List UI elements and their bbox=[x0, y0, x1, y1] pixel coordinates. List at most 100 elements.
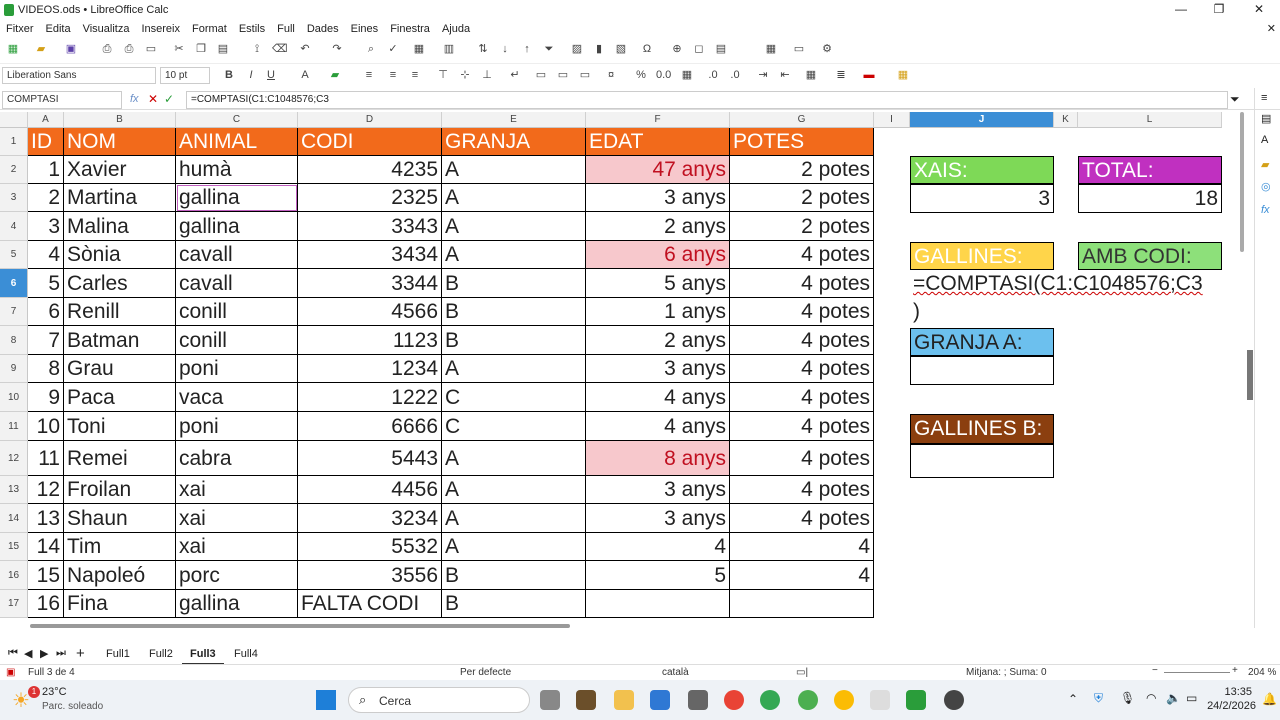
cut-icon[interactable]: ✂ bbox=[172, 42, 186, 56]
amb-codi-label[interactable]: AMB CODI: bbox=[1078, 242, 1222, 270]
maximize-icon[interactable]: ❐ bbox=[1204, 2, 1234, 18]
last-sheet-icon[interactable]: ⏭ bbox=[56, 647, 66, 660]
sidebar-toggle-icon[interactable]: ⚙ bbox=[820, 42, 834, 56]
export-icon[interactable]: ⎙ bbox=[100, 42, 114, 56]
cell-id[interactable]: 8 bbox=[28, 355, 64, 383]
cell-id[interactable]: 15 bbox=[28, 561, 64, 590]
align-center-icon[interactable]: ≡ bbox=[386, 68, 400, 82]
store-icon[interactable] bbox=[650, 690, 670, 710]
row-header[interactable]: 12 bbox=[0, 441, 28, 476]
autofilter-icon[interactable]: ⏷ bbox=[542, 42, 556, 56]
cell-nom[interactable]: Froilan bbox=[64, 476, 176, 504]
cell-animal[interactable]: poni bbox=[176, 355, 298, 383]
cell-nom[interactable]: Malina bbox=[64, 212, 176, 241]
cell-granja[interactable]: A bbox=[442, 441, 586, 476]
font-size-box[interactable]: 10 pt bbox=[160, 67, 210, 84]
row-header[interactable]: 8 bbox=[0, 326, 28, 355]
row-header[interactable]: 6 bbox=[0, 269, 28, 298]
find-icon[interactable]: ⌕ bbox=[364, 42, 378, 56]
sort-icon[interactable]: ⇅ bbox=[476, 42, 490, 56]
cell-codi[interactable]: 1222 bbox=[298, 383, 442, 412]
header-edat[interactable]: EDAT bbox=[586, 128, 730, 156]
cell-nom[interactable]: Sònia bbox=[64, 241, 176, 269]
properties-icon[interactable]: ▤ bbox=[1261, 112, 1271, 125]
cell-edat[interactable]: 3 anys bbox=[586, 355, 730, 383]
print-preview-icon[interactable]: ▭ bbox=[144, 42, 158, 56]
add-decimal-icon[interactable]: .0 bbox=[706, 68, 720, 82]
cell-edat[interactable]: 1 anys bbox=[586, 298, 730, 326]
cell-nom[interactable]: Batman bbox=[64, 326, 176, 355]
indent-icon[interactable]: ⇥ bbox=[756, 68, 770, 82]
total-value[interactable]: 18 bbox=[1078, 184, 1222, 213]
selection-mode-icon[interactable]: ▭| bbox=[796, 667, 808, 678]
column-header-k[interactable]: K bbox=[1054, 112, 1078, 128]
sidebar-menu-icon[interactable]: ≡ bbox=[1261, 92, 1267, 104]
border-style-icon[interactable]: ≣ bbox=[834, 68, 848, 82]
total-label[interactable]: TOTAL: bbox=[1078, 156, 1222, 184]
row-header[interactable]: 14 bbox=[0, 504, 28, 533]
column-header-l[interactable]: L bbox=[1078, 112, 1222, 128]
horizontal-scrollbar[interactable] bbox=[30, 624, 570, 628]
cell-codi[interactable]: 6666 bbox=[298, 412, 442, 441]
granja-a-label[interactable]: GRANJA A: bbox=[910, 328, 1054, 356]
styles-icon[interactable]: A bbox=[1261, 134, 1268, 146]
column-header-j[interactable]: J bbox=[910, 112, 1054, 128]
column-header-g[interactable]: G bbox=[730, 112, 874, 128]
merge-center-icon[interactable]: ▭ bbox=[578, 68, 592, 82]
cell-id[interactable]: 4 bbox=[28, 241, 64, 269]
menu-edita[interactable]: Edita bbox=[46, 20, 71, 38]
cell-granja[interactable]: B bbox=[442, 561, 586, 590]
column-header-f[interactable]: F bbox=[586, 112, 730, 128]
cell-codi[interactable]: 3343 bbox=[298, 212, 442, 241]
temperature[interactable]: 23°C bbox=[42, 686, 67, 698]
cell-animal[interactable]: gallina bbox=[176, 590, 298, 618]
function-wizard-icon[interactable]: fx bbox=[130, 93, 139, 105]
cell-animal[interactable]: conill bbox=[176, 298, 298, 326]
row-header[interactable]: 5 bbox=[0, 241, 28, 269]
wifi-icon[interactable]: ◠ bbox=[1146, 691, 1156, 705]
currency-icon[interactable]: ¤ bbox=[604, 68, 618, 82]
close-icon[interactable]: ✕ bbox=[1244, 2, 1274, 18]
row-header[interactable]: 10 bbox=[0, 383, 28, 412]
cell-nom[interactable]: Tim bbox=[64, 533, 176, 561]
conditional-format-icon[interactable]: ▦ bbox=[896, 68, 910, 82]
chrome-profile-icon[interactable] bbox=[760, 690, 780, 710]
row-header[interactable]: 3 bbox=[0, 184, 28, 212]
cell-id[interactable]: 5 bbox=[28, 269, 64, 298]
tab-full1[interactable]: Full1 bbox=[106, 648, 130, 660]
border-color-icon[interactable]: ▬ bbox=[862, 68, 876, 82]
header-footer-icon[interactable]: ▤ bbox=[714, 42, 728, 56]
redo-icon[interactable]: ↷ bbox=[330, 42, 344, 56]
cell-potes[interactable]: 4 potes bbox=[730, 298, 874, 326]
volume-icon[interactable]: 🔈 bbox=[1166, 691, 1181, 705]
cell-codi[interactable]: 3234 bbox=[298, 504, 442, 533]
expand-formula-icon[interactable]: ⏷ bbox=[1230, 92, 1240, 107]
minimize-icon[interactable]: — bbox=[1166, 2, 1196, 18]
gallines-label[interactable]: GALLINES: bbox=[910, 242, 1054, 270]
cell-potes[interactable]: 4 potes bbox=[730, 241, 874, 269]
row-header[interactable]: 15 bbox=[0, 533, 28, 561]
cell-codi[interactable]: 2325 bbox=[298, 184, 442, 212]
spreadsheet-grid[interactable]: A B C D E F G I J K L 1 2 3 4 5 6 7 8 9 10 11 12 13 1… bbox=[0, 112, 1232, 632]
cell-potes[interactable]: 4 bbox=[730, 533, 874, 561]
corner-select-all[interactable] bbox=[0, 112, 28, 128]
clear-icon[interactable]: ⌫ bbox=[272, 42, 288, 56]
cell-granja[interactable]: B bbox=[442, 269, 586, 298]
formula-input[interactable]: =COMPTASI(C1:C1048576;C3 bbox=[186, 91, 1228, 109]
column-header-c[interactable]: C bbox=[176, 112, 298, 128]
spelling-icon[interactable]: ✓ bbox=[386, 42, 400, 56]
number-format-icon[interactable]: 0.0 bbox=[656, 68, 671, 82]
zoom-in-icon[interactable]: + bbox=[1232, 665, 1238, 676]
cell-codi[interactable]: 3344 bbox=[298, 269, 442, 298]
cell-granja[interactable]: A bbox=[442, 241, 586, 269]
paste-icon[interactable]: ▤ bbox=[216, 42, 230, 56]
cell-edat[interactable]: 3 anys bbox=[586, 476, 730, 504]
cell-edat[interactable]: 5 bbox=[586, 561, 730, 590]
cell-potes[interactable]: 4 potes bbox=[730, 355, 874, 383]
row-header[interactable]: 17 bbox=[0, 590, 28, 618]
prev-sheet-icon[interactable]: ◀ bbox=[24, 647, 32, 660]
cell-granja[interactable]: A bbox=[442, 355, 586, 383]
cell-id[interactable]: 9 bbox=[28, 383, 64, 412]
cell-animal[interactable]: cabra bbox=[176, 441, 298, 476]
italic-icon[interactable]: I bbox=[244, 68, 258, 82]
